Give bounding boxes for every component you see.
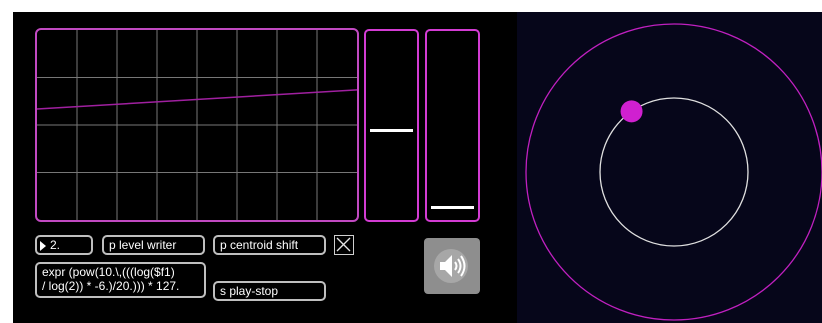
outer-ring [525,23,822,321]
inner-ring [599,97,749,247]
orbit-display[interactable] [0,0,822,323]
source-position-dot[interactable] [620,100,643,123]
